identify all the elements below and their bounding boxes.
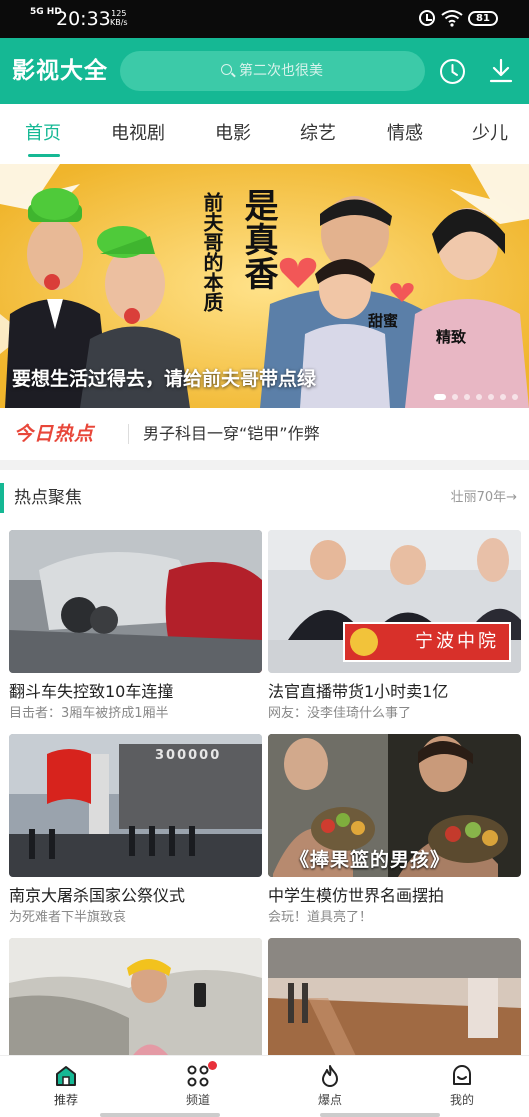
memorial-number: 300000 [155, 748, 222, 763]
video-thumbnail[interactable]: 300000 [9, 734, 262, 877]
tab-tv-series[interactable]: 电视剧 [111, 122, 165, 146]
video-title: 中学生模仿世界名画摆拍 [268, 886, 445, 905]
carousel-dot [500, 394, 506, 400]
hot-today-label: 今日热点 [14, 423, 95, 445]
carousel-dot [488, 394, 494, 400]
fire-icon [322, 1065, 338, 1087]
banner-caption: 要想生活过得去，请给前夫哥带点绿 [12, 368, 317, 390]
hot-today-bar[interactable]: 今日热点 男子科目一穿“铠甲”作弊 [0, 408, 529, 460]
hero-banner[interactable]: 前夫哥的本质 是真香 甜蜜 精致 要想生活过得去，请给前夫哥带点绿 [0, 164, 529, 408]
app-title: 影视大全 [12, 58, 108, 84]
nav-mine[interactable]: 我的 [396, 1056, 528, 1117]
tab-home[interactable]: 首页 [25, 122, 61, 146]
nav-hot[interactable]: 爆点 [264, 1056, 396, 1117]
painting-title: 《捧果篮的男孩》 [290, 849, 451, 871]
video-title: 翻斗车失控致10车连撞 [9, 682, 174, 701]
nav-channels[interactable]: 频道 [132, 1056, 264, 1117]
tab-movies[interactable]: 电影 [215, 122, 251, 146]
wifi-icon [441, 10, 463, 27]
status-bar: 5G HD 20:33 125 KB/s 81 [0, 0, 529, 38]
tab-variety[interactable]: 综艺 [300, 122, 336, 146]
channels-icon [187, 1065, 209, 1087]
speed-unit: KB/s [110, 18, 128, 27]
nav-label: 爆点 [317, 1093, 342, 1107]
history-icon[interactable] [439, 58, 466, 85]
carousel-dot-active [434, 394, 446, 400]
divider [128, 424, 129, 444]
alarm-icon [419, 10, 435, 26]
hot-today-headline[interactable]: 男子科目一穿“铠甲”作弊 [143, 423, 320, 445]
tab-kids[interactable]: 少儿 [472, 122, 508, 146]
active-tab-indicator [28, 154, 60, 157]
video-subtitle: 目击者：3厢车被挤成1厢半 [9, 706, 169, 721]
search-placeholder: 第二次也很美 [239, 63, 323, 79]
download-icon[interactable] [488, 57, 514, 85]
video-thumbnail[interactable]: 宁波中院 [268, 530, 521, 673]
home-icon [56, 1066, 76, 1086]
thumbnail-art [9, 734, 262, 877]
video-card[interactable]: 300000 南京大屠杀国家公祭仪式 为死难者下半旗致哀 [9, 734, 262, 937]
section-header: 热点聚焦 壮丽70年→ [0, 470, 529, 528]
carousel-indicator [430, 394, 520, 402]
battery-indicator: 81 [468, 11, 498, 26]
section-title: 热点聚焦 [14, 488, 82, 508]
scroll-indicator [100, 1113, 220, 1117]
video-card[interactable]: 宁波中院 法官直播带货1小时卖1亿 网友：没李佳琦什么事了 [268, 530, 521, 733]
section-accent-bar [0, 483, 4, 513]
video-subtitle: 会玩！道具亮了！ [268, 910, 373, 925]
nav-recommend[interactable]: 推荐 [0, 1056, 132, 1117]
carousel-dot [452, 394, 458, 400]
tab-emotion[interactable]: 情感 [387, 122, 423, 146]
poster-text-ex-husband: 前夫哥的本质 [200, 192, 224, 312]
profile-icon [453, 1065, 471, 1085]
section-gap [0, 460, 529, 470]
video-thumbnail[interactable]: 《捧果篮的男孩》 [268, 734, 521, 877]
app-header: 影视大全 第二次也很美 [0, 38, 529, 104]
video-card[interactable]: 《捧果篮的男孩》 中学生模仿世界名画摆拍 会玩！道具亮了！ [268, 734, 521, 937]
video-subtitle: 网友：没李佳琦什么事了 [268, 706, 412, 721]
clock: 20:33 [56, 8, 111, 30]
thumbnail-art [9, 530, 262, 673]
video-thumbnail[interactable] [9, 530, 262, 673]
network-speed: 125 KB/s [110, 9, 128, 27]
carousel-dot [512, 394, 518, 400]
section-more-link[interactable]: 壮丽70年→ [451, 489, 517, 507]
poster-text-zhenxiang: 是真香 [238, 188, 278, 290]
category-tabs: 首页 电视剧 电影 综艺 情感 少儿 [0, 104, 529, 164]
court-emblem-icon [350, 628, 378, 656]
carousel-dot [464, 394, 470, 400]
nav-label: 频道 [185, 1093, 210, 1107]
poster-tag-fine: 精致 [436, 328, 467, 346]
speed-value: 125 [111, 9, 127, 18]
video-card[interactable]: 翻斗车失控致10车连撞 目击者：3厢车被挤成1厢半 [9, 530, 262, 733]
poster-tag-sweet: 甜蜜 [368, 312, 399, 330]
notification-badge [208, 1061, 217, 1070]
search-input[interactable]: 第二次也很美 [120, 51, 425, 91]
scroll-indicator [320, 1113, 440, 1117]
carousel-dot [476, 394, 482, 400]
app-screen: 5G HD 20:33 125 KB/s 81 影视大全 第二次也很美 首页 电… [0, 0, 529, 1117]
video-title: 南京大屠杀国家公祭仪式 [9, 886, 186, 905]
nav-label: 我的 [449, 1093, 474, 1107]
video-subtitle: 为死难者下半旗致哀 [9, 910, 127, 925]
video-title: 法官直播带货1小时卖1亿 [268, 682, 449, 701]
search-icon [221, 64, 232, 75]
bottom-navigation: 推荐 频道 爆点 我的 [0, 1055, 529, 1117]
nav-label: 推荐 [53, 1093, 78, 1107]
